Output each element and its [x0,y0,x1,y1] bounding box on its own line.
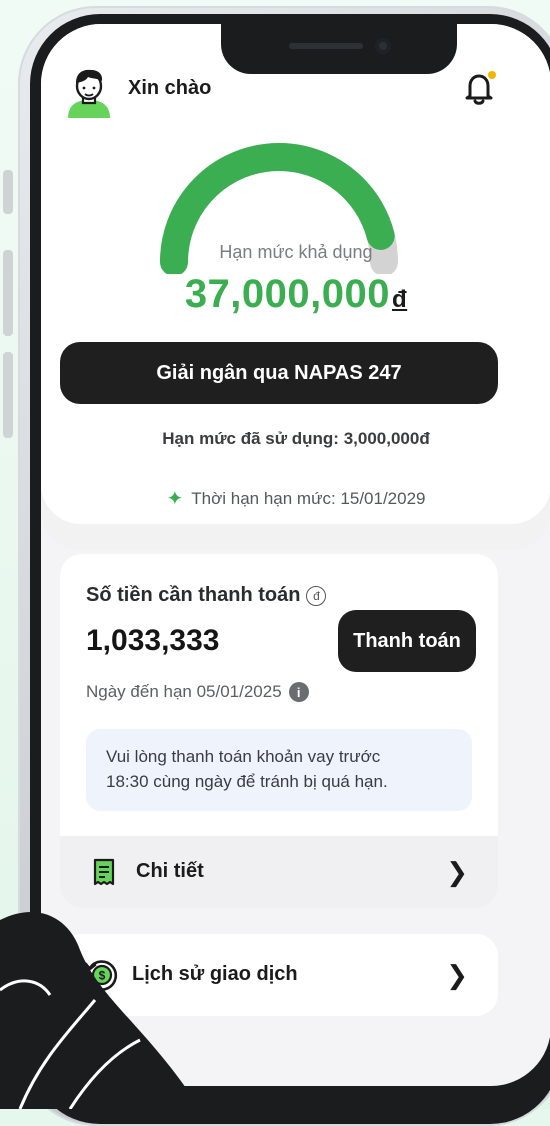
disburse-napas-button[interactable]: Giải ngân qua NAPAS 247 [60,342,498,404]
currency-symbol: đ [392,286,408,313]
decorative-hand-illustration [0,911,200,1109]
payment-amount: 1,033,333 [86,624,220,657]
camera [375,38,391,54]
notice-line: Vui lòng thanh toán khoản vay trước [106,747,381,766]
due-date-text: Ngày đến hạn 05/01/2025 [86,682,282,701]
payment-due-card: Số tiền cần thanh toán đ 1,033,333 Thanh… [60,554,498,908]
chevron-right-icon: ❯ [446,857,468,887]
available-limit-value: 37,000,000đ [41,272,550,317]
notice-line: 18:30 cùng ngày để tránh bị quá hạn. [106,772,388,791]
phone-side-button [3,170,13,214]
bell-icon[interactable] [464,70,496,106]
limit-expiry-text: Thời hạn hạn mức: 15/01/2029 [191,488,426,508]
chevron-right-icon: ❯ [446,960,468,990]
limit-expiry: ✦ Thời hạn hạn mức: 15/01/2029 [41,486,550,511]
phone-notch [221,24,457,74]
greeting-text: Xin chào [128,77,212,99]
payment-title: Số tiền cần thanh toán đ [86,584,327,607]
due-date: Ngày đến hạn 05/01/2025 i [86,682,309,702]
payment-notice: Vui lòng thanh toán khoản vay trước 18:3… [86,729,472,811]
available-limit-amount: 37,000,000 [184,272,391,316]
info-icon[interactable]: i [288,682,309,702]
sparkle-icon: ✦ [166,488,184,510]
notification-dot [488,71,496,79]
phone-side-button [3,250,13,336]
currency-badge-icon: đ [306,585,327,606]
available-limit-label: Hạn mức khả dụng [219,242,373,262]
speaker [289,43,363,49]
phone-side-button [3,352,13,438]
used-limit-text: Hạn mức đã sử dụng: 3,000,000đ [162,429,430,448]
user-avatar-icon[interactable] [62,64,116,118]
payment-title-text: Số tiền cần thanh toán [86,584,301,606]
pay-button[interactable]: Thanh toán [338,610,476,672]
